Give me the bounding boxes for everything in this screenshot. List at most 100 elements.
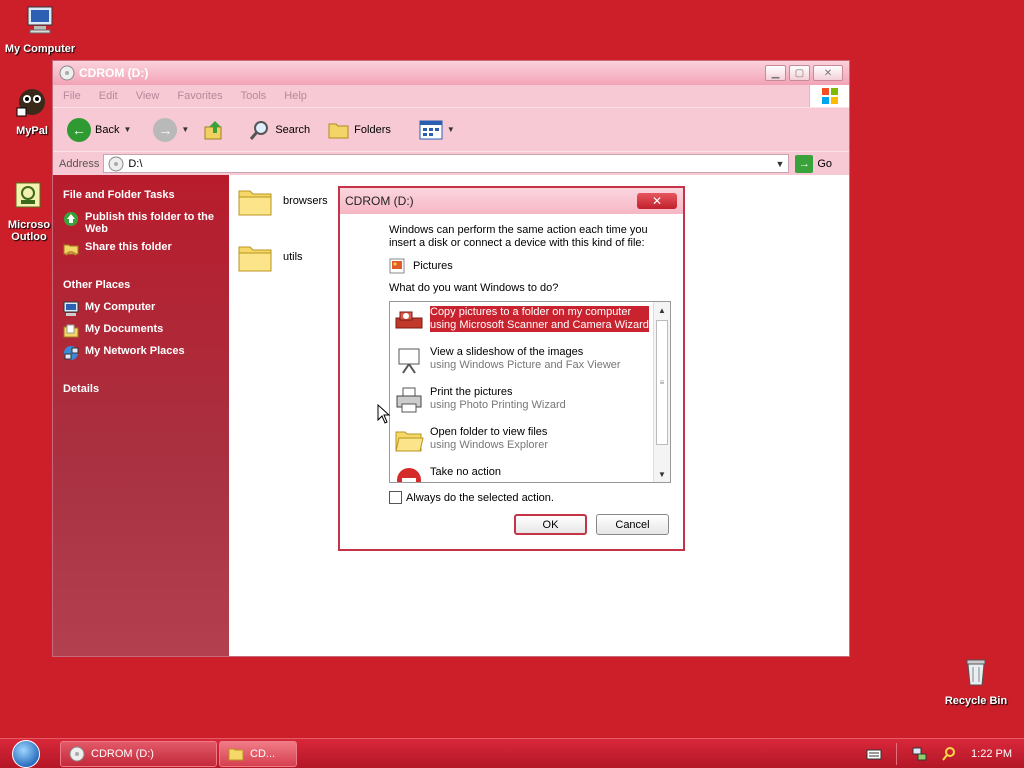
always-do-checkbox[interactable]: Always do the selected action. bbox=[389, 491, 671, 504]
taskbar-item-cd-dialog[interactable]: CD... bbox=[219, 740, 297, 767]
my-documents-link[interactable]: My Documents bbox=[63, 323, 219, 339]
my-network-places-link[interactable]: My Network Places bbox=[63, 345, 219, 361]
taskbar-item-cdrom[interactable]: CDROM (D:) bbox=[60, 740, 217, 767]
section-heading[interactable]: Other Places bbox=[63, 279, 219, 291]
menu-favorites[interactable]: Favorites bbox=[177, 90, 222, 102]
dialog-close-button[interactable]: ✕ bbox=[637, 193, 677, 209]
share-folder-link[interactable]: Share this folder bbox=[63, 241, 219, 257]
option-subtitle: using Windows Picture and Fax Viewer bbox=[430, 359, 621, 371]
cdrom-icon bbox=[59, 65, 75, 81]
minimize-button[interactable]: ▁ bbox=[765, 65, 786, 81]
checkbox-box[interactable] bbox=[389, 491, 402, 504]
link-label: My Network Places bbox=[85, 345, 185, 357]
option-copy-pictures[interactable]: Copy pictures to a folder on my computer… bbox=[390, 302, 670, 342]
scroll-thumb[interactable]: ≡ bbox=[656, 320, 668, 445]
link-label: Publish this folder to the Web bbox=[85, 211, 214, 235]
folder-icon bbox=[238, 190, 272, 216]
menubar: File Edit View Favorites Tools Help bbox=[53, 85, 849, 107]
forward-button[interactable]: → ▼ bbox=[149, 116, 193, 144]
my-computer-link[interactable]: My Computer bbox=[63, 301, 219, 317]
action-listbox[interactable]: Copy pictures to a folder on my computer… bbox=[389, 301, 671, 483]
taskbar: CDROM (D:) CD... 1:22 PM bbox=[0, 738, 1024, 768]
search-icon[interactable] bbox=[941, 746, 957, 762]
back-arrow-icon: ← bbox=[67, 117, 91, 142]
menu-file[interactable]: File bbox=[63, 90, 81, 102]
address-label: Address bbox=[59, 157, 100, 170]
details-section: Details bbox=[63, 383, 219, 395]
content-type: Pictures bbox=[389, 258, 671, 274]
mypal-browser-icon bbox=[16, 89, 45, 117]
back-label: Back bbox=[95, 123, 120, 136]
menu-tools[interactable]: Tools bbox=[241, 90, 267, 102]
address-value: D:\ bbox=[128, 157, 143, 170]
folder-icon bbox=[228, 748, 244, 760]
clock[interactable]: 1:22 PM bbox=[971, 748, 1012, 760]
section-heading[interactable]: File and Folder Tasks bbox=[63, 189, 219, 201]
option-title: View a slideshow of the images bbox=[430, 346, 584, 358]
chevron-down-icon[interactable]: ▼ bbox=[181, 125, 189, 134]
go-button[interactable]: → Go bbox=[795, 154, 833, 173]
menu-edit[interactable]: Edit bbox=[99, 90, 118, 102]
content-type-label: Pictures bbox=[413, 260, 453, 272]
recycle-bin-icon bbox=[966, 659, 986, 686]
folder-icon bbox=[395, 431, 424, 452]
explorer-titlebar[interactable]: CDROM (D:) ▁ ▢ ✕ bbox=[53, 61, 849, 85]
option-title: Print the pictures bbox=[430, 386, 513, 398]
option-take-no-action[interactable]: Take no action bbox=[390, 462, 670, 482]
network-tray-icon[interactable] bbox=[911, 746, 927, 762]
views-button[interactable]: ▼ bbox=[415, 118, 459, 142]
folders-button[interactable]: Folders bbox=[324, 118, 395, 142]
option-title: Take no action bbox=[430, 466, 501, 478]
close-button[interactable]: ✕ bbox=[813, 65, 843, 81]
listbox-scrollbar[interactable]: ▲ ≡ ▼ bbox=[653, 302, 670, 482]
section-heading[interactable]: Details bbox=[63, 383, 219, 395]
back-button[interactable]: ← Back ▼ bbox=[63, 116, 135, 144]
option-subtitle: using Windows Explorer bbox=[430, 439, 548, 451]
go-label: Go bbox=[817, 157, 833, 170]
tray-divider bbox=[896, 742, 898, 765]
checkbox-label: Always do the selected action. bbox=[406, 491, 554, 504]
option-open-folder[interactable]: Open folder to view files using Windows E… bbox=[390, 422, 670, 462]
file-folder-tasks-section: File and Folder Tasks Publish this folde… bbox=[63, 189, 219, 257]
keyboard-icon[interactable] bbox=[866, 748, 882, 760]
share-folder-icon bbox=[63, 244, 79, 256]
start-orb-icon bbox=[12, 739, 40, 768]
forward-arrow-icon: → bbox=[153, 117, 178, 142]
address-input[interactable]: D:\ ▼ bbox=[103, 154, 790, 173]
folder-item-utils[interactable]: utils bbox=[237, 241, 303, 273]
desktop-icon-recycle-bin[interactable]: Recycle Bin bbox=[936, 656, 1016, 707]
desktop-icon-my-computer[interactable]: My Computer bbox=[0, 4, 80, 55]
desktop-icon-label: My Computer bbox=[4, 43, 76, 55]
search-button[interactable]: Search bbox=[245, 117, 314, 143]
task-label: CD... bbox=[250, 747, 276, 760]
ok-button[interactable]: OK bbox=[514, 514, 587, 535]
folder-icon bbox=[238, 246, 272, 272]
cdrom-icon bbox=[108, 156, 124, 171]
chevron-down-icon[interactable]: ▼ bbox=[123, 125, 131, 134]
cancel-button[interactable]: Cancel bbox=[596, 514, 669, 535]
chevron-down-icon[interactable]: ▼ bbox=[775, 159, 784, 169]
dialog-titlebar[interactable]: CDROM (D:) ✕ bbox=[340, 188, 683, 214]
link-label: My Documents bbox=[85, 323, 164, 335]
folders-icon bbox=[328, 123, 349, 138]
scroll-down-icon[interactable]: ▼ bbox=[654, 466, 670, 482]
system-tray: 1:22 PM bbox=[866, 739, 1024, 768]
search-label: Search bbox=[275, 123, 311, 136]
link-label: My Computer bbox=[85, 301, 156, 313]
maximize-button[interactable]: ▢ bbox=[789, 65, 810, 81]
views-icon bbox=[419, 120, 443, 139]
outlook-icon bbox=[15, 182, 41, 208]
mouse-cursor-icon bbox=[377, 404, 391, 424]
publish-folder-link[interactable]: Publish this folder to the Web bbox=[63, 211, 219, 235]
scroll-up-icon[interactable]: ▲ bbox=[654, 302, 670, 318]
start-button[interactable] bbox=[0, 739, 52, 768]
option-subtitle: using Photo Printing Wizard bbox=[430, 399, 566, 411]
up-folder-button[interactable] bbox=[199, 117, 229, 143]
slideshow-icon bbox=[398, 348, 420, 374]
folder-item-browsers[interactable]: browsers bbox=[237, 185, 328, 217]
menu-view[interactable]: View bbox=[136, 90, 160, 102]
option-print[interactable]: Print the pictures using Photo Printing W… bbox=[390, 382, 670, 422]
menu-help[interactable]: Help bbox=[284, 90, 307, 102]
search-icon bbox=[250, 120, 269, 140]
option-slideshow[interactable]: View a slideshow of the images using Wind… bbox=[390, 342, 670, 382]
